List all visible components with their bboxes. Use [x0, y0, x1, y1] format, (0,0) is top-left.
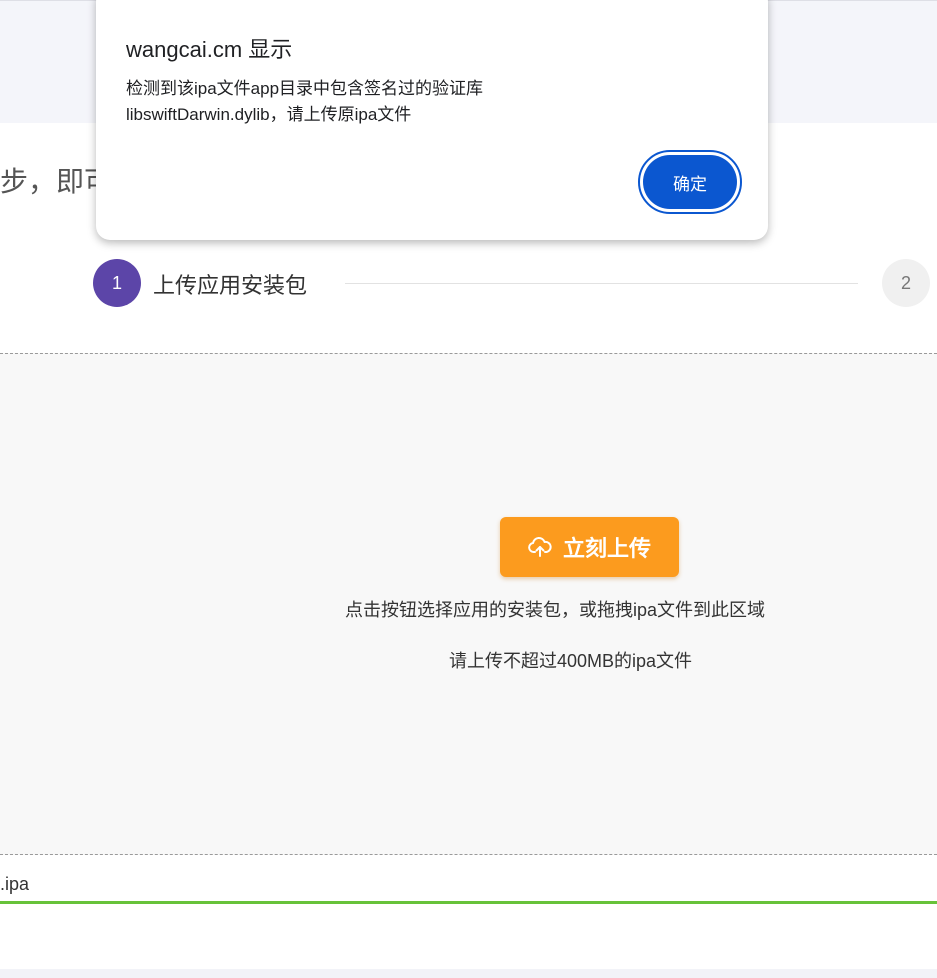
upload-progress-bar: [0, 901, 937, 904]
page-footer-strip: [0, 969, 937, 978]
upload-button[interactable]: 立刻上传: [500, 517, 679, 577]
dialog-ok-focus-ring: 确定: [638, 150, 742, 214]
upload-button-label: 立刻上传: [562, 536, 651, 561]
step-1-indicator: 1: [93, 259, 141, 307]
upload-hint: 点击按钮选择应用的安装包，或拖拽ipa文件到此区域: [345, 600, 766, 620]
dialog-title: wangcai.cm 显示: [126, 37, 293, 62]
dialog-message-line: 检测到该ipa文件app目录中包含签名过的验证库: [126, 79, 484, 98]
step-1-label: 上传应用安装包: [153, 273, 308, 298]
step-connector: [345, 283, 858, 284]
step-2-indicator: 2: [882, 259, 930, 307]
dialog-message-line: libswiftDarwin.dylib，请上传原ipa文件: [126, 105, 412, 124]
alert-dialog: wangcai.cm 显示 检测到该ipa文件app目录中包含签名过的验证库 l…: [96, 0, 768, 240]
dialog-message: 检测到该ipa文件app目录中包含签名过的验证库 libswiftDarwin.…: [126, 76, 483, 128]
cloud-upload-icon: [528, 536, 552, 557]
upload-progress-fill: [0, 901, 937, 904]
dialog-ok-button[interactable]: 确定: [643, 155, 737, 209]
upload-size-limit: 请上传不超过400MB的ipa文件: [449, 651, 693, 671]
uploaded-file-name: .ipa: [0, 874, 30, 894]
